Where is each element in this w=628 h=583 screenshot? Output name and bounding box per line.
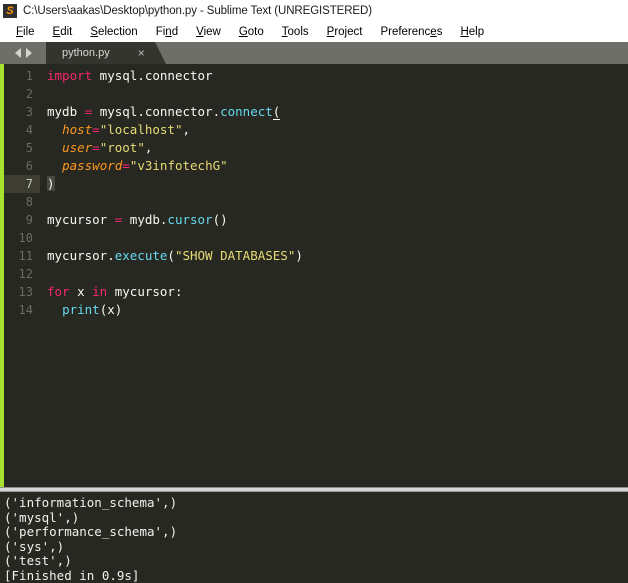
code-token: connect	[220, 104, 273, 119]
code-token: "localhost"	[99, 122, 183, 137]
menu-item-help[interactable]: Help	[451, 22, 493, 42]
code-token: mycursor:	[107, 284, 183, 299]
code-token: for	[47, 284, 70, 299]
menu-item-file[interactable]: File	[7, 22, 44, 42]
code-token: mycursor	[47, 212, 115, 227]
line-number: 10	[18, 231, 33, 245]
line-number-gutter: 1 2 3 4 5 6 7 8 9 10 11 12 13 14	[0, 64, 40, 487]
code-token: mydb.	[122, 212, 168, 227]
sublime-text-logo-icon: S	[3, 4, 17, 18]
tab-nav-arrows	[0, 42, 46, 64]
line-number: 12	[18, 267, 33, 281]
code-token: "v3infotechG"	[129, 158, 228, 173]
code-token: )	[47, 176, 55, 191]
code-token: in	[92, 284, 108, 299]
code-editor[interactable]: 1 2 3 4 5 6 7 8 9 10 11 12 13 14 import mysql.connect…	[0, 64, 628, 487]
output-line: [Finished in 0.9s]	[4, 567, 140, 583]
menu-item-preferences[interactable]: Preferences	[371, 22, 451, 42]
arrow-right-icon[interactable]	[25, 48, 32, 58]
line-number: 9	[25, 213, 33, 227]
line-number: 1	[25, 69, 33, 83]
code-token: (x)	[99, 302, 123, 317]
code-token: print	[62, 302, 100, 317]
arrow-left-icon[interactable]	[14, 48, 21, 58]
code-line: password="v3infotechG"	[47, 157, 628, 175]
line-number: 4	[25, 123, 33, 137]
output-line: ('information_schema',)	[4, 495, 178, 510]
menu-item-find[interactable]: Find	[147, 22, 187, 42]
code-line: user="root",	[47, 139, 628, 157]
code-token: mycursor.	[47, 248, 115, 263]
code-area[interactable]: import mysql.connector mydb = mysql.conn…	[40, 64, 628, 487]
logo-letter: S	[6, 4, 14, 17]
code-line: import mysql.connector	[47, 67, 628, 85]
code-token: (	[167, 248, 175, 263]
editor-left-accent-stripe	[0, 64, 4, 487]
code-token: =	[92, 122, 100, 137]
menu-item-view[interactable]: View	[187, 22, 230, 42]
output-line: ('test',)	[4, 553, 72, 568]
code-token: (	[272, 104, 281, 120]
code-line: )	[47, 175, 628, 193]
code-token: execute	[114, 248, 168, 263]
code-token: user	[62, 140, 93, 155]
code-token: x	[69, 284, 93, 299]
code-token: "SHOW DATABASES"	[174, 248, 296, 263]
code-token: =	[92, 140, 100, 155]
code-line: print(x)	[47, 301, 628, 319]
code-token: =	[122, 158, 130, 173]
menu-item-project[interactable]: Project	[318, 22, 372, 42]
menu-bar: File Edit Selection Find View Goto Tools…	[0, 22, 628, 42]
code-token: )	[295, 248, 303, 263]
tab-python-py[interactable]: python.py ×	[46, 42, 166, 64]
code-token: ,	[144, 140, 153, 155]
tab-label: python.py	[62, 47, 110, 59]
line-number: 5	[25, 141, 33, 155]
output-line: ('sys',)	[4, 538, 65, 554]
line-number: 3	[25, 105, 33, 119]
code-line: mycursor.execute("SHOW DATABASES")	[47, 247, 628, 265]
close-icon[interactable]: ×	[138, 47, 145, 59]
code-line: host="localhost",	[47, 121, 628, 139]
tab-bar: python.py ×	[0, 42, 628, 64]
menu-item-edit[interactable]: Edit	[44, 22, 82, 42]
output-line: ('performance_schema',)	[4, 524, 178, 539]
line-number: 7	[0, 175, 40, 193]
output-line: ('mysql',)	[4, 509, 80, 525]
menu-item-selection[interactable]: Selection	[81, 22, 146, 42]
window-title: C:\Users\aakas\Desktop\python.py - Subli…	[23, 5, 372, 17]
line-number: 14	[18, 303, 33, 317]
code-token: "root"	[99, 140, 145, 155]
line-number: 8	[25, 195, 33, 209]
code-token: password	[62, 158, 123, 173]
code-token: import	[47, 68, 93, 83]
menu-item-tools[interactable]: Tools	[273, 22, 318, 42]
code-line: mydb = mysql.connector.connect(	[47, 103, 628, 121]
code-token: mydb	[47, 104, 85, 119]
code-token: mysql.connector	[92, 68, 213, 83]
line-number: 6	[25, 159, 33, 173]
line-number: 2	[25, 87, 33, 101]
code-line: mycursor = mydb.cursor()	[47, 211, 628, 229]
title-bar: S C:\Users\aakas\Desktop\python.py - Sub…	[0, 0, 628, 22]
code-token: ()	[212, 212, 228, 227]
code-line: for x in mycursor:	[47, 283, 628, 301]
code-token: ,	[182, 122, 191, 137]
build-output-panel[interactable]: ('information_schema',) ('mysql',) ('perfo…	[0, 492, 628, 583]
code-token: host	[62, 122, 93, 137]
menu-item-goto[interactable]: Goto	[230, 22, 273, 42]
line-number: 13	[18, 285, 33, 299]
code-token: cursor	[167, 212, 213, 227]
code-token: mysql.connector.	[92, 104, 221, 119]
line-number: 11	[18, 249, 33, 263]
